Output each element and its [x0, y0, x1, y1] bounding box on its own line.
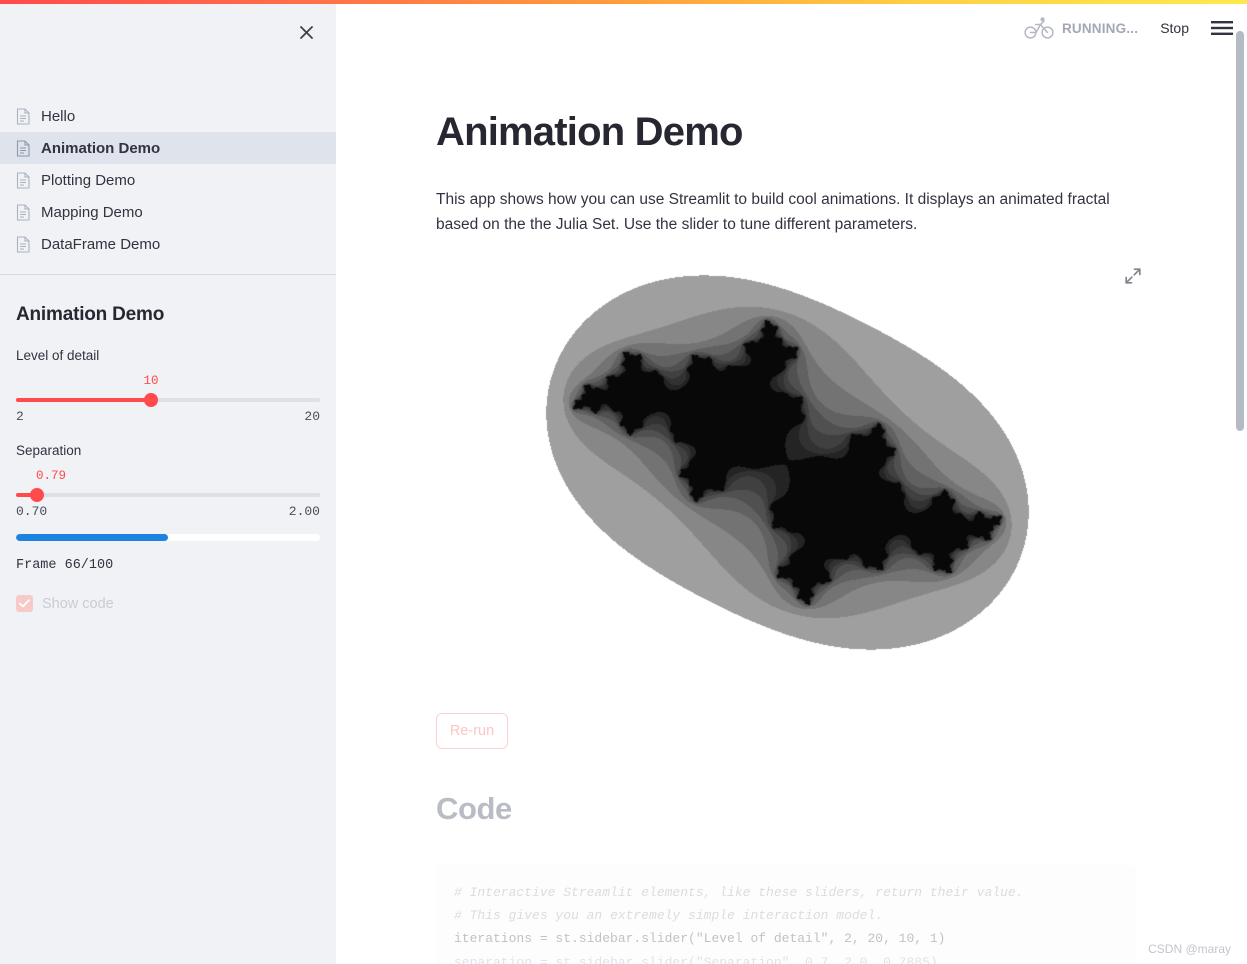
frame-progress-fill — [16, 534, 168, 541]
app-accent-gradient-bar — [0, 0, 1247, 4]
sidebar-item-label: Plotting Demo — [41, 171, 136, 189]
sidebar-item-label: Animation Demo — [41, 139, 161, 157]
slider-detail-max: 20 — [304, 409, 320, 424]
checkbox-box[interactable] — [16, 595, 33, 612]
slider-detail-fill — [16, 398, 151, 402]
code-line: separation = st.sidebar.slider("Separati… — [454, 954, 938, 964]
page-title: Animation Demo — [436, 110, 743, 154]
sidebar-item-animation-demo[interactable]: Animation Demo — [0, 132, 336, 164]
main-content-area: Animation Demo This app shows how you ca… — [336, 52, 1247, 964]
slider-separation-track[interactable] — [16, 493, 320, 497]
slider-detail-thumb[interactable] — [143, 393, 158, 407]
code-line: iterations = st.sidebar.slider("Level of… — [454, 931, 946, 947]
slider-separation-value: 0.79 — [35, 469, 66, 483]
frame-progress-caption: Frame 66/100 — [16, 558, 114, 573]
slider-separation-label: Separation — [16, 443, 82, 458]
watermark: CSDN @maray — [1148, 942, 1231, 956]
slider-detail-min: 2 — [16, 409, 24, 424]
frame-progress-bar — [16, 534, 320, 541]
document-icon — [16, 107, 30, 125]
code-section-heading: Code — [436, 791, 512, 827]
streamlit-app: Hello Animation Demo Plotting Demo Mappi… — [0, 0, 1247, 964]
code-block: # Interactive Streamlit elements, like t… — [436, 865, 1136, 964]
document-icon — [16, 171, 30, 189]
document-icon — [16, 139, 30, 157]
sidebar-item-label: Hello — [41, 107, 76, 125]
fractal-image-block — [436, 267, 1141, 658]
slider-separation-bounds: 0.70 2.00 — [16, 504, 320, 519]
sidebar-page-nav: Hello Animation Demo Plotting Demo Mappi… — [0, 100, 336, 260]
slider-separation-max: 2.00 — [288, 504, 320, 519]
sidebar-widgets: Animation Demo Level of detail 10 2 20 S… — [16, 304, 320, 612]
sidebar-widgets-title: Animation Demo — [16, 304, 165, 325]
sidebar-item-label: Mapping Demo — [41, 203, 143, 221]
sidebar: Hello Animation Demo Plotting Demo Mappi… — [0, 4, 336, 964]
close-icon — [299, 25, 313, 39]
page-description: This app shows how you can use Streamlit… — [436, 191, 1110, 234]
fullscreen-expand-icon[interactable] — [1124, 267, 1142, 285]
slider-separation-thumb[interactable] — [29, 488, 44, 502]
sidebar-item-hello[interactable]: Hello — [0, 100, 336, 132]
sidebar-item-dataframe-demo[interactable]: DataFrame Demo — [0, 228, 336, 260]
slider-separation-min: 0.70 — [16, 504, 48, 519]
sidebar-item-plotting-demo[interactable]: Plotting Demo — [0, 164, 336, 196]
slider-separation[interactable]: 0.79 0.70 2.00 — [16, 469, 320, 519]
show-code-checkbox[interactable]: Show code — [16, 595, 320, 612]
stop-button[interactable]: Stop — [1160, 20, 1189, 36]
slider-detail[interactable]: 10 2 20 — [16, 374, 320, 424]
show-code-label: Show code — [42, 595, 114, 612]
sidebar-close-button[interactable] — [290, 16, 322, 48]
re-run-button[interactable]: Re-run — [436, 713, 508, 750]
app-header: RUNNING... Stop — [336, 4, 1247, 52]
sidebar-item-mapping-demo[interactable]: Mapping Demo — [0, 196, 336, 228]
slider-detail-value: 10 — [143, 374, 159, 388]
running-status-text: RUNNING... — [1061, 20, 1139, 36]
sidebar-item-label: DataFrame Demo — [41, 235, 161, 253]
document-icon — [16, 235, 30, 253]
checkmark-icon — [19, 599, 30, 608]
code-line: # Interactive Streamlit elements, like t… — [454, 885, 1024, 901]
page-scrollbar-thumb[interactable] — [1236, 31, 1244, 431]
julia-set-fractal — [497, 267, 1077, 658]
slider-detail-label: Level of detail — [16, 348, 100, 363]
hamburger-menu-icon[interactable] — [1211, 20, 1233, 36]
code-line: # This gives you an extremely simple int… — [454, 908, 884, 924]
slider-detail-bounds: 2 20 — [16, 409, 320, 424]
document-icon — [16, 203, 30, 221]
bicycle-icon — [1024, 17, 1054, 39]
sidebar-divider — [0, 274, 336, 275]
